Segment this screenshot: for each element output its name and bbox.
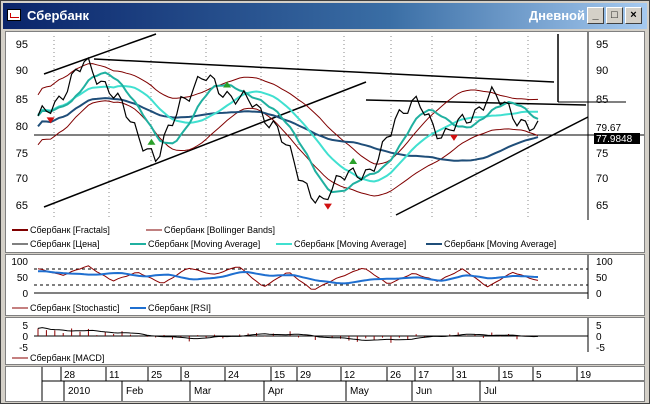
fractal-up-marker bbox=[147, 138, 156, 145]
legend-bollinger: Сбербанк [Bollinger Bands] bbox=[164, 225, 275, 235]
price-axis-left: 95 90 85 80 75 70 65 bbox=[16, 39, 28, 212]
day-tick-label: 15 bbox=[502, 370, 514, 381]
day-tick-label: 17 bbox=[418, 370, 430, 381]
chart-window: Сбербанк Дневной _ □ × 95 90 85 80 75 70… bbox=[0, 0, 650, 404]
day-tick-label: 15 bbox=[274, 370, 286, 381]
price-chart: 95 90 85 80 75 70 65 95 90 85 75 70 65 7… bbox=[12, 32, 644, 249]
legend-stochastic: Сбербанк [Stochastic] bbox=[30, 303, 119, 313]
day-labels: 28 11 25 8 24 15 29 12 26 17 31 15 5 19 bbox=[60, 367, 592, 381]
macd-y-tick: 0 bbox=[596, 332, 602, 343]
period-label: Дневной bbox=[528, 8, 585, 23]
fractals-down-group bbox=[46, 117, 458, 210]
macd-y-tick: -5 bbox=[596, 343, 605, 354]
fractal-up-marker bbox=[349, 157, 358, 164]
moving-average-mid-line bbox=[37, 84, 539, 183]
month-label: May bbox=[350, 386, 369, 397]
close-button[interactable]: × bbox=[625, 7, 642, 24]
month-labels: 2010 Feb Mar Apr May Jun Jul bbox=[63, 381, 497, 401]
macd-signal-line bbox=[37, 327, 539, 341]
price-panel[interactable]: 95 90 85 80 75 70 65 95 90 85 75 70 65 7… bbox=[5, 31, 645, 253]
month-label: Apr bbox=[268, 386, 284, 397]
time-axis-svg: 28 11 25 8 24 15 29 12 26 17 31 15 5 19 2010 Feb Mar Apr… bbox=[41, 367, 644, 401]
day-tick-label: 19 bbox=[580, 370, 592, 381]
close-price-label: 77.9848 bbox=[596, 134, 633, 145]
y-tick: 65 bbox=[596, 200, 608, 212]
macd-y-tick: 5 bbox=[22, 321, 28, 332]
maximize-button[interactable]: □ bbox=[606, 7, 623, 24]
y-tick: 90 bbox=[16, 65, 28, 77]
legend-price: Сбербанк [Цена] bbox=[30, 239, 100, 249]
y-tick: 70 bbox=[16, 173, 28, 185]
oscillator-panel[interactable]: 100 50 0 100 50 0 Сбербанк [Stochastic] … bbox=[5, 254, 645, 316]
day-tick-label: 5 bbox=[536, 370, 542, 381]
legend-macd: Сбербанк [MACD] bbox=[30, 353, 104, 363]
legend-ma-fast: Сбербанк [Moving Average] bbox=[148, 239, 260, 249]
moving-average-fast-line bbox=[37, 71, 539, 194]
osc-y-tick: 50 bbox=[17, 273, 29, 284]
day-tick-label: 11 bbox=[109, 370, 120, 381]
legend-rsi: Сбербанк [RSI] bbox=[148, 303, 211, 313]
day-tick-label: 26 bbox=[390, 370, 402, 381]
legend-ma-slow: Сбербанк [Moving Average] bbox=[444, 239, 556, 249]
month-label: Jun bbox=[416, 386, 432, 397]
day-tick-label: 31 bbox=[456, 370, 468, 381]
macd-y-tick: 0 bbox=[22, 332, 28, 343]
y-tick: 85 bbox=[596, 94, 608, 106]
y-tick: 85 bbox=[16, 94, 28, 106]
month-label: Mar bbox=[194, 386, 212, 397]
oscillator-chart: 100 50 0 100 50 0 Сбербанк [Stochastic] … bbox=[11, 255, 613, 313]
osc-y-tick: 0 bbox=[22, 289, 28, 300]
legend-fractals: Сбербанк [Fractals] bbox=[30, 225, 110, 235]
fractal-down-marker bbox=[323, 203, 332, 210]
osc-y-tick: 100 bbox=[11, 257, 28, 268]
legend-ma-mid: Сбербанк [Moving Average] bbox=[294, 239, 406, 249]
last-price-label: 79.67 bbox=[596, 123, 621, 134]
y-tick: 70 bbox=[596, 173, 608, 185]
trend-lines[interactable] bbox=[43, 33, 589, 216]
day-tick-label: 12 bbox=[344, 370, 356, 381]
price-legend: Сбербанк [Fractals] Сбербанк [Bollinger … bbox=[12, 225, 556, 249]
y-tick: 90 bbox=[596, 65, 608, 77]
macd-y-tick: -5 bbox=[19, 343, 28, 354]
y-tick: 65 bbox=[16, 200, 28, 212]
day-tick-label: 24 bbox=[228, 370, 240, 381]
y-tick: 95 bbox=[16, 39, 28, 51]
y-tick: 80 bbox=[16, 121, 28, 133]
chart-app-icon bbox=[7, 9, 21, 21]
osc-y-tick: 0 bbox=[596, 289, 602, 300]
y-tick: 95 bbox=[596, 39, 608, 51]
minimize-button[interactable]: _ bbox=[587, 7, 604, 24]
title-bar[interactable]: Сбербанк Дневной _ □ × bbox=[3, 3, 647, 29]
macd-chart: 5 0 -5 5 0 -5 Сбербанк [MACD] bbox=[12, 318, 605, 363]
day-tick-label: 25 bbox=[151, 370, 163, 381]
y-tick: 75 bbox=[596, 148, 608, 160]
month-label: Jul bbox=[484, 386, 497, 397]
macd-y-tick: 5 bbox=[596, 321, 602, 332]
y-tick: 75 bbox=[16, 148, 28, 160]
day-tick-label: 8 bbox=[184, 370, 190, 381]
day-tick-label: 28 bbox=[64, 370, 76, 381]
time-axis[interactable]: 28 11 25 8 24 15 29 12 26 17 31 15 5 19 2010 Feb Mar Apr… bbox=[5, 366, 645, 402]
day-tick-label: 29 bbox=[300, 370, 312, 381]
osc-y-tick: 50 bbox=[596, 273, 608, 284]
macd-panel[interactable]: 5 0 -5 5 0 -5 Сбербанк [MACD] bbox=[5, 317, 645, 365]
month-label: Feb bbox=[126, 386, 144, 397]
month-label: 2010 bbox=[68, 386, 91, 397]
osc-y-tick: 100 bbox=[596, 257, 613, 268]
fractal-down-marker bbox=[449, 134, 458, 141]
window-title: Сбербанк bbox=[27, 8, 90, 23]
